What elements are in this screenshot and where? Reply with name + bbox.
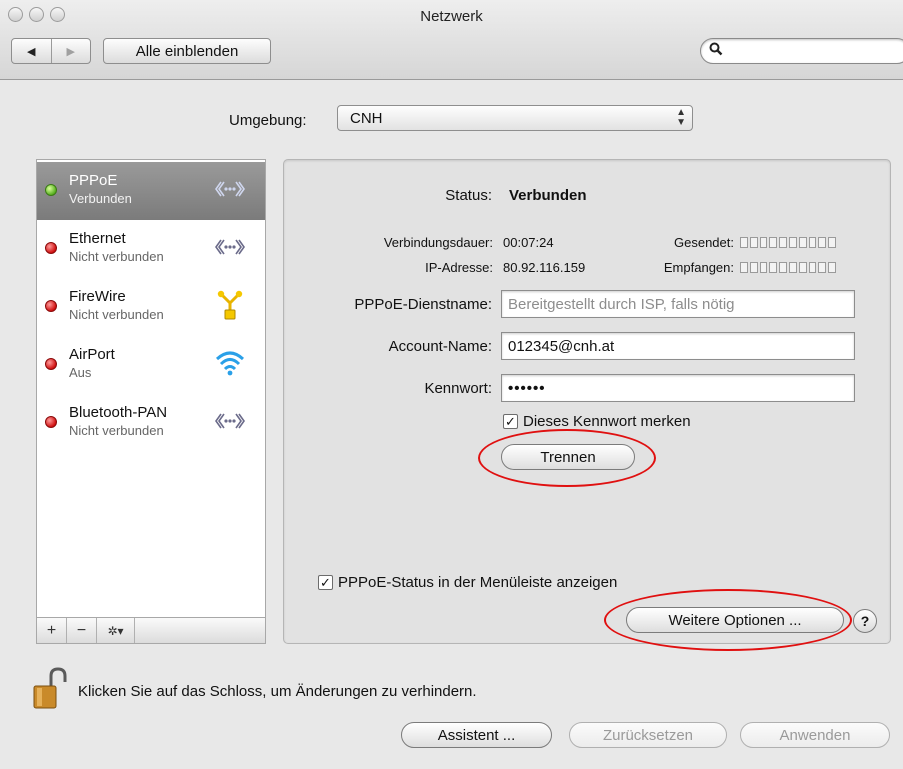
service-status: Nicht verbunden [69,249,164,264]
wifi-icon [215,348,245,378]
account-name-field[interactable]: 012345@cnh.at [501,332,855,360]
location-label: Umgebung: [229,112,307,129]
revert-button[interactable]: Zurücksetzen [569,722,727,748]
service-name: AirPort [69,346,115,363]
forward-button[interactable]: ▶ [50,39,91,63]
status-dot-green-icon [45,184,57,196]
show-status-in-menubar-checkbox[interactable]: ✓ PPPoE-Status in der Menüleiste anzeige… [318,574,617,591]
duration-value: 00:07:24 [503,235,554,250]
popup-arrows-icon: ▲ ▼ [676,107,686,128]
network-ports-icon [215,174,245,204]
service-name: PPPoE [69,172,118,189]
service-name-label: PPPoE-Dienstname: [354,296,492,313]
status-value: Verbunden [509,187,587,204]
status-dot-red-icon [45,358,57,370]
service-status: Nicht verbunden [69,307,164,322]
received-label: Empfangen: [663,260,734,275]
service-status: Aus [69,365,92,380]
sent-label: Gesendet: [674,235,734,250]
location-popup[interactable]: CNH ▲ ▼ [337,105,693,131]
service-item-pppoe[interactable]: PPPoE Verbunden [37,162,265,220]
received-meter [740,262,836,273]
service-name-field[interactable]: Bereitgestellt durch ISP, falls nötig [501,290,855,318]
status-dot-red-icon [45,416,57,428]
search-icon [709,42,723,59]
checkmark-icon: ✓ [318,575,333,590]
add-service-button[interactable]: + [37,618,67,643]
ip-label: IP-Adresse: [425,260,493,275]
remove-service-button[interactable]: − [67,618,97,643]
account-name-label: Account-Name: [388,338,492,355]
search-field[interactable] [700,38,903,64]
sent-meter [740,237,836,248]
more-options-button[interactable]: Weitere Optionen ... [626,607,844,633]
service-name: Ethernet [69,230,126,247]
status-dot-red-icon [45,300,57,312]
assistant-button[interactable]: Assistent ... [401,722,552,748]
apply-button[interactable]: Anwenden [740,722,890,748]
checkmark-icon: ✓ [503,414,518,429]
lock-icon[interactable] [31,666,71,710]
service-name: Bluetooth-PAN [69,404,168,421]
firewire-icon [215,290,245,320]
location-value: CNH [350,110,383,127]
status-dot-red-icon [45,242,57,254]
password-label: Kennwort: [424,380,492,397]
service-item-firewire[interactable]: FireWire Nicht verbunden [37,278,265,336]
nav-buttons: ◀ ▶ [11,38,91,64]
ip-value: 80.92.116.159 [503,260,586,275]
service-status: Verbunden [69,191,132,206]
window-title: Netzwerk [420,8,483,25]
service-name: FireWire [69,288,126,305]
lock-hint-text: Klicken Sie auf das Schloss, um Änderung… [78,683,477,700]
help-button[interactable]: ? [853,609,877,633]
remember-password-label: Dieses Kennwort merken [523,413,691,430]
service-list-toolbar: + − ✲▾ [36,618,266,644]
service-list: PPPoE Verbunden Ethernet Nicht verbunden… [36,159,266,618]
back-button[interactable]: ◀ [12,39,51,63]
password-field[interactable]: •••••• [501,374,855,402]
network-preferences-window: Netzwerk ◀ ▶ Alle einblenden Umgebung: C… [0,0,903,769]
show-status-in-menubar-label: PPPoE-Status in der Menüleiste anzeigen [338,574,618,591]
status-label: Status: [445,187,492,204]
service-item-bluetooth-pan[interactable]: Bluetooth-PAN Nicht verbunden [37,394,265,452]
service-status: Nicht verbunden [69,423,164,438]
service-item-ethernet[interactable]: Ethernet Nicht verbunden [37,220,265,278]
gear-icon[interactable]: ✲▾ [97,618,135,643]
network-ports-icon [215,232,245,262]
service-item-airport[interactable]: AirPort Aus [37,336,265,394]
disconnect-button[interactable]: Trennen [501,444,635,470]
duration-label: Verbindungsdauer: [383,235,493,250]
remember-password-checkbox[interactable]: ✓ Dieses Kennwort merken [503,413,691,430]
network-ports-icon [215,406,245,436]
show-all-button[interactable]: Alle einblenden [103,38,271,64]
toolbar: Netzwerk ◀ ▶ Alle einblenden [0,0,903,80]
